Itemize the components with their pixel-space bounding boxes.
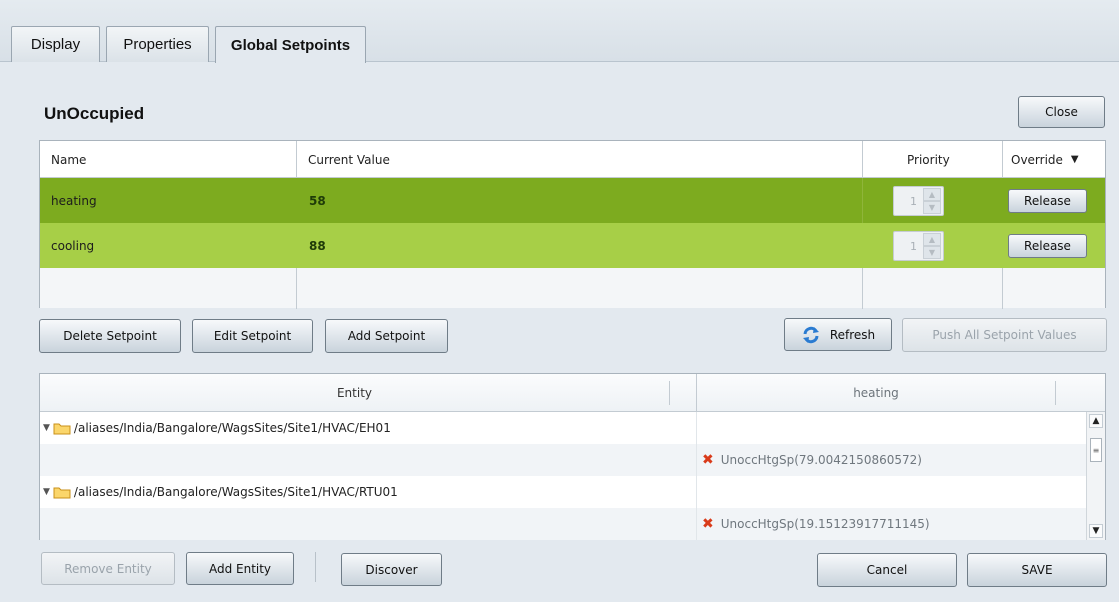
table-row[interactable]: ✖ UnoccHtgSp(79.0042150860572): [40, 444, 1086, 476]
column-header-entity[interactable]: Entity: [40, 374, 669, 412]
override-label: Override: [1011, 152, 1063, 167]
entity-setpoint-value: ✖ UnoccHtgSp(19.15123917711145): [702, 508, 930, 540]
refresh-button[interactable]: Refresh: [784, 318, 892, 351]
priority-value: 1: [910, 239, 917, 253]
entities-scrollbar[interactable]: ▲ ≡ ▼: [1086, 412, 1105, 540]
entity-setpoint-value: ✖ UnoccHtgSp(79.0042150860572): [702, 444, 922, 476]
arrow-down-icon[interactable]: ▼: [923, 246, 941, 259]
entities-table-header: Entity heating: [40, 374, 1105, 412]
column-divider: [862, 268, 863, 308]
add-setpoint-button[interactable]: Add Setpoint: [325, 319, 448, 353]
remove-entity-button[interactable]: Remove Entity: [41, 552, 175, 585]
global-setpoints-dialog: Display Properties Global Setpoints UnOc…: [0, 0, 1119, 602]
setpoint-name: cooling: [51, 238, 95, 253]
error-x-icon: ✖: [702, 516, 714, 532]
refresh-label: Refresh: [829, 327, 876, 342]
priority-value: 1: [910, 194, 917, 208]
table-row[interactable]: cooling 88 1 ▲ ▼ Release: [40, 223, 1105, 268]
scroll-up-icon[interactable]: ▲: [1089, 414, 1103, 428]
column-header-override[interactable]: Override ▼: [1011, 141, 1079, 178]
column-divider: [1002, 268, 1003, 308]
panel-title: UnOccupied: [44, 104, 145, 123]
entity-value-text: UnoccHtgSp(79.0042150860572): [720, 453, 922, 467]
arrow-down-icon[interactable]: ▼: [923, 201, 941, 214]
arrow-up-icon[interactable]: ▲: [923, 233, 941, 246]
save-button[interactable]: SAVE: [967, 553, 1107, 587]
column-divider: [296, 268, 297, 308]
arrow-up-icon[interactable]: ▲: [923, 188, 941, 201]
table-row[interactable]: heating 58 1 ▲ ▼ Release: [40, 178, 1105, 223]
entity-path: ▼ /aliases/India/Bangalore/WagsSites/Sit…: [43, 412, 391, 444]
entity-path-text: /aliases/India/Bangalore/WagsSites/Site1…: [73, 485, 398, 499]
discover-button[interactable]: Discover: [341, 553, 442, 586]
entity-value-text: UnoccHtgSp(19.15123917711145): [720, 517, 930, 531]
priority-stepper[interactable]: 1 ▲ ▼: [893, 186, 944, 216]
column-header-current-value[interactable]: Current Value: [308, 141, 390, 178]
column-header-setpoint[interactable]: heating: [697, 374, 1055, 412]
table-row[interactable]: ▼ /aliases/India/Bangalore/WagsSites/Sit…: [40, 412, 1086, 444]
column-header-priority[interactable]: Priority: [907, 141, 950, 178]
error-x-icon: ✖: [702, 452, 714, 468]
setpoint-value: 88: [309, 238, 326, 253]
button-divider: [315, 552, 316, 582]
tab-bar: Display Properties Global Setpoints: [0, 0, 1119, 63]
add-entity-button[interactable]: Add Entity: [186, 552, 294, 585]
edit-setpoint-button[interactable]: Edit Setpoint: [192, 319, 313, 353]
setpoint-name: heating: [51, 193, 97, 208]
folder-icon: [53, 423, 71, 434]
tab-display[interactable]: Display: [11, 26, 100, 62]
release-button[interactable]: Release: [1008, 234, 1087, 258]
close-button[interactable]: Close: [1018, 96, 1105, 128]
column-divider: [696, 412, 697, 540]
entities-table: Entity heating ▼ /aliases/India/Bangalor…: [39, 373, 1106, 540]
tab-properties[interactable]: Properties: [106, 26, 209, 62]
scrollbar-thumb[interactable]: ≡: [1090, 438, 1102, 462]
delete-setpoint-button[interactable]: Delete Setpoint: [39, 319, 181, 353]
folder-icon: [53, 487, 71, 498]
column-divider: [1055, 381, 1056, 405]
release-button[interactable]: Release: [1008, 189, 1087, 213]
entity-path-text: /aliases/India/Bangalore/WagsSites/Site1…: [73, 421, 391, 435]
cancel-button[interactable]: Cancel: [817, 553, 957, 587]
setpoints-table: Name Current Value Priority Override ▼ h…: [39, 140, 1106, 309]
empty-table-row[interactable]: [40, 268, 1105, 308]
refresh-icon: [802, 326, 819, 343]
table-row[interactable]: ✖ UnoccHtgSp(19.15123917711145): [40, 508, 1086, 540]
expand-arrow-icon[interactable]: ▼: [43, 423, 50, 433]
table-row[interactable]: ▼ /aliases/India/Bangalore/WagsSites/Sit…: [40, 476, 1086, 508]
setpoints-table-header: Name Current Value Priority Override ▼: [40, 141, 1105, 178]
sort-down-icon[interactable]: ▼: [1071, 154, 1079, 165]
tab-global-setpoints[interactable]: Global Setpoints: [215, 26, 366, 63]
setpoint-value: 58: [309, 193, 326, 208]
column-divider: [669, 381, 670, 405]
scroll-down-icon[interactable]: ▼: [1089, 524, 1103, 538]
push-all-setpoint-values-button[interactable]: Push All Setpoint Values: [902, 318, 1107, 352]
expand-arrow-icon[interactable]: ▼: [43, 487, 50, 497]
entity-path: ▼ /aliases/India/Bangalore/WagsSites/Sit…: [43, 476, 398, 508]
column-header-name[interactable]: Name: [51, 141, 86, 178]
priority-stepper[interactable]: 1 ▲ ▼: [893, 231, 944, 261]
